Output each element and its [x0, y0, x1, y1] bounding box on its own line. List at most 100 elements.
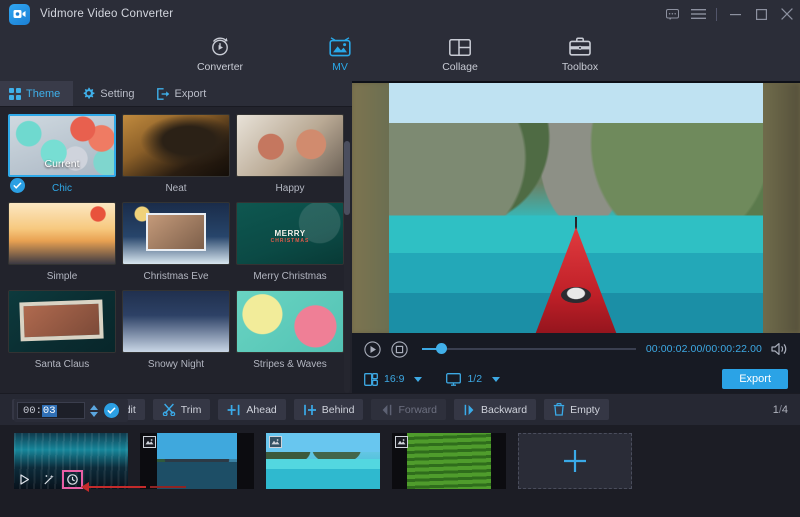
hamburger-icon[interactable] — [685, 0, 711, 28]
theme-thumbnail — [122, 290, 230, 353]
minimize-icon[interactable] — [722, 0, 748, 28]
clip-item-3[interactable] — [266, 433, 380, 489]
grid-icon — [9, 88, 21, 100]
theme-grid: Current Chic Neat Happy — [0, 107, 352, 393]
player-controls-row-settings: 16:9 1/2 Export — [352, 365, 800, 393]
panel-tab-setting[interactable]: Setting — [73, 81, 147, 106]
app-window: Vidmore Video Converter — [0, 0, 800, 517]
caret-down-icon[interactable] — [90, 412, 98, 417]
comment-icon[interactable] — [659, 0, 685, 28]
theme-item-happy[interactable]: Happy — [236, 114, 347, 202]
nav-tab-collage[interactable]: Collage — [421, 28, 499, 81]
export-button[interactable]: Export — [722, 369, 788, 389]
clip-thumbnail[interactable] — [266, 433, 380, 489]
theme-artwork — [123, 291, 229, 352]
theme-item-chic[interactable]: Current Chic — [8, 114, 119, 202]
aspect-ratio-icon — [364, 373, 378, 386]
play-icon[interactable] — [16, 472, 33, 487]
add-clip-button[interactable] — [518, 433, 632, 489]
theme-artwork-text: MERRYCHRISTMAS — [237, 229, 343, 244]
theme-item-stripes-waves[interactable]: Stripes & Waves — [236, 290, 347, 378]
chevron-down-icon[interactable] — [414, 377, 422, 382]
theme-thumbnail — [122, 202, 230, 265]
clip-item-2[interactable] — [140, 433, 254, 489]
theme-item-label: Neat — [122, 183, 230, 194]
clip-thumbnail[interactable] — [140, 433, 254, 489]
app-title: Vidmore Video Converter — [40, 8, 173, 20]
trim-button[interactable]: Trim — [153, 399, 211, 420]
seek-track — [422, 348, 636, 350]
duration-editor: 00:03 — [14, 399, 128, 422]
stop-button[interactable] — [391, 341, 408, 358]
resolution-selector[interactable]: 1/2 — [446, 373, 500, 386]
maximize-icon[interactable] — [748, 0, 774, 28]
scissors-icon — [162, 403, 176, 416]
title-bar: Vidmore Video Converter — [0, 0, 800, 28]
panel-tab-theme[interactable]: Theme — [0, 81, 73, 106]
clip-artwork — [407, 433, 491, 489]
play-button[interactable] — [364, 341, 381, 358]
duration-prefix: 00: — [23, 405, 42, 417]
theme-item-label: Snowy Night — [122, 359, 230, 370]
theme-item-christmas-eve[interactable]: Christmas Eve — [122, 202, 233, 290]
theme-item-label: Merry Christmas — [236, 271, 344, 282]
nav-tab-mv[interactable]: MV — [301, 28, 379, 81]
nav-tab-toolbox[interactable]: Toolbox — [541, 28, 619, 81]
insert-behind-icon — [303, 404, 317, 416]
image-icon — [143, 436, 156, 448]
nav-tab-converter-label: Converter — [197, 61, 243, 73]
theme-thumbnail — [122, 114, 230, 177]
magic-wand-icon[interactable] — [40, 472, 57, 487]
move-forward-icon — [380, 404, 393, 416]
check-icon — [10, 178, 25, 193]
current-theme-badge: Current — [10, 158, 114, 170]
seek-handle[interactable] — [436, 343, 447, 354]
close-icon[interactable] — [774, 0, 800, 28]
theme-item-santa-claus[interactable]: Santa Claus — [8, 290, 119, 378]
panel-tab-export[interactable]: Export — [148, 81, 220, 106]
theme-item-label: Simple — [8, 271, 116, 282]
clip-thumbnail[interactable] — [14, 433, 128, 489]
duration-spinner[interactable] — [90, 405, 98, 417]
duration-confirm-button[interactable] — [104, 403, 119, 418]
clock-duration-icon[interactable] — [64, 472, 81, 487]
volume-icon[interactable] — [771, 342, 788, 356]
app-logo-icon — [9, 4, 30, 25]
video-preview[interactable] — [352, 83, 800, 333]
theme-artwork-inner — [146, 213, 205, 251]
theme-item-simple[interactable]: Simple — [8, 202, 119, 290]
nav-tab-converter[interactable]: Converter — [181, 28, 259, 81]
aspect-ratio-selector[interactable]: 16:9 — [364, 373, 422, 386]
converter-icon — [209, 36, 231, 58]
duration-seconds[interactable]: 03 — [42, 405, 57, 417]
duration-input[interactable]: 00:03 — [17, 402, 85, 419]
theme-item-neat[interactable]: Neat — [122, 114, 233, 202]
clip-item-1[interactable] — [14, 433, 128, 489]
clip-thumbnail[interactable] — [392, 433, 506, 489]
theme-panel: Theme Setting Export Current — [0, 81, 352, 393]
ahead-button[interactable]: Ahead — [218, 399, 285, 420]
chevron-down-icon[interactable] — [492, 377, 500, 382]
forward-button[interactable]: Forward — [371, 399, 446, 420]
video-frame — [389, 83, 763, 333]
theme-item-merry-christmas[interactable]: MERRYCHRISTMAS Merry Christmas — [236, 202, 347, 290]
caret-up-icon[interactable] — [90, 405, 98, 410]
theme-scrollbar-thumb[interactable] — [344, 141, 350, 215]
backward-button[interactable]: Backward — [454, 399, 536, 420]
theme-artwork — [237, 291, 343, 352]
behind-button[interactable]: Behind — [294, 399, 364, 420]
export-icon — [157, 88, 170, 100]
ahead-button-label: Ahead — [246, 404, 276, 416]
seek-slider[interactable] — [422, 342, 636, 356]
annotation-arrow-tail — [150, 486, 186, 488]
main-navigation: Converter MV — [0, 28, 800, 81]
check-icon — [107, 407, 116, 414]
clip-item-add[interactable] — [518, 433, 632, 489]
theme-thumbnail — [236, 114, 344, 177]
theme-item-snowy-night[interactable]: Snowy Night — [122, 290, 233, 378]
empty-button[interactable]: Empty — [544, 399, 609, 420]
move-backward-icon — [463, 404, 476, 416]
theme-scrollbar[interactable] — [344, 141, 350, 393]
clip-item-4[interactable] — [392, 433, 506, 489]
divider — [711, 0, 722, 28]
